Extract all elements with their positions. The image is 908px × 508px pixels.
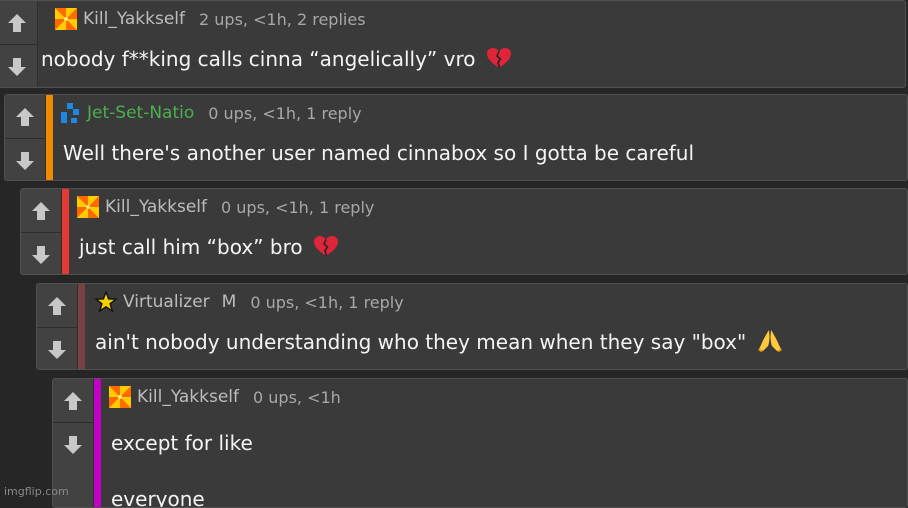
blue-blocks-avatar-icon[interactable]: [59, 102, 81, 124]
arrow-down-icon: [46, 339, 68, 361]
star-avatar-icon[interactable]: [95, 291, 117, 313]
arrow-up-icon: [62, 390, 84, 412]
comment-header: Kill_Yakkself 2 ups, <1h, 2 replies: [55, 7, 366, 31]
vote-column: [21, 189, 62, 274]
moderator-badge: M: [221, 292, 237, 312]
comment-meta[interactable]: 2 ups, <1h, 2 replies: [199, 10, 366, 29]
comment-body-text: except for like: [111, 431, 253, 455]
comment-header: Kill_Yakkself 0 ups, <1h, 1 reply: [77, 195, 374, 219]
username-link[interactable]: Kill_Yakkself: [105, 197, 207, 217]
downvote-button[interactable]: [53, 423, 93, 467]
arrow-up-icon: [46, 295, 68, 317]
comment-text: except for like everyone: [111, 429, 897, 508]
arrow-up-icon: [14, 106, 36, 128]
comment-body-text: nobody f**king calls cinna “angelically”…: [41, 47, 476, 71]
comment-card: Kill_Yakkself 0 ups, <1h except for like…: [52, 378, 908, 508]
username-link[interactable]: Kill_Yakkself: [137, 387, 239, 407]
comment-header: Jet-Set-Natio 0 ups, <1h, 1 reply: [59, 101, 362, 125]
broken-heart-icon: [313, 235, 339, 257]
arrow-down-icon: [62, 434, 84, 456]
username-link[interactable]: Virtualizer: [123, 292, 210, 312]
arrow-down-icon: [30, 244, 52, 266]
thread-depth-bar: [62, 189, 69, 274]
upvote-button[interactable]: [37, 284, 77, 328]
username-link[interactable]: Jet-Set-Natio: [87, 103, 194, 123]
comment-body-text: just call him “box” bro: [79, 235, 303, 259]
downvote-button[interactable]: [5, 139, 45, 181]
pinwheel-avatar-icon[interactable]: [55, 8, 77, 30]
comment-card: Kill_Yakkself 2 ups, <1h, 2 replies nobo…: [0, 0, 906, 88]
upvote-button[interactable]: [5, 95, 45, 139]
arrow-down-icon: [6, 56, 28, 78]
comment-card: Jet-Set-Natio 0 ups, <1h, 1 reply Well t…: [4, 94, 908, 181]
comment-text: just call him “box” bro: [79, 233, 897, 261]
comment-text: nobody f**king calls cinna “angelically”…: [41, 45, 895, 73]
downvote-button[interactable]: [37, 328, 77, 370]
thread-depth-bar: [46, 95, 53, 180]
upvote-button[interactable]: [21, 189, 61, 233]
comment-header: Virtualizer M 0 ups, <1h, 1 reply: [95, 290, 404, 314]
arrow-up-icon: [30, 200, 52, 222]
comment-text: ain't nobody understanding who they mean…: [95, 328, 897, 356]
comment-header: Kill_Yakkself 0 ups, <1h: [109, 385, 341, 409]
praying-hands-icon: [757, 328, 783, 352]
broken-heart-icon: [486, 47, 512, 69]
arrow-down-icon: [14, 150, 36, 172]
comment-meta[interactable]: 0 ups, <1h, 1 reply: [208, 104, 361, 123]
arrow-up-icon: [6, 12, 28, 34]
upvote-button[interactable]: [53, 379, 93, 423]
vote-column: [0, 1, 38, 87]
vote-column: [5, 95, 46, 180]
pinwheel-avatar-icon[interactable]: [77, 196, 99, 218]
comment-card: Kill_Yakkself 0 ups, <1h, 1 reply just c…: [20, 188, 908, 275]
username-link[interactable]: Kill_Yakkself: [83, 9, 185, 29]
downvote-button[interactable]: [21, 233, 61, 275]
pinwheel-avatar-icon[interactable]: [109, 386, 131, 408]
comment-body-text-line2: everyone: [111, 487, 205, 508]
comment-body-text: Well there's another user named cinnabox…: [63, 141, 695, 165]
comment-card: Virtualizer M 0 ups, <1h, 1 reply ain't …: [36, 283, 908, 370]
comment-text: Well there's another user named cinnabox…: [63, 139, 897, 167]
comment-meta[interactable]: 0 ups, <1h, 1 reply: [221, 198, 374, 217]
imgflip-watermark: imgflip.com: [4, 485, 69, 498]
downvote-button[interactable]: [0, 45, 37, 88]
upvote-button[interactable]: [0, 1, 37, 45]
thread-depth-bar: [94, 379, 101, 507]
comment-body-text: ain't nobody understanding who they mean…: [95, 330, 747, 354]
comment-meta[interactable]: 0 ups, <1h: [253, 388, 341, 407]
vote-column: [37, 284, 78, 369]
thread-depth-bar: [78, 284, 85, 369]
comment-meta[interactable]: 0 ups, <1h, 1 reply: [250, 293, 403, 312]
